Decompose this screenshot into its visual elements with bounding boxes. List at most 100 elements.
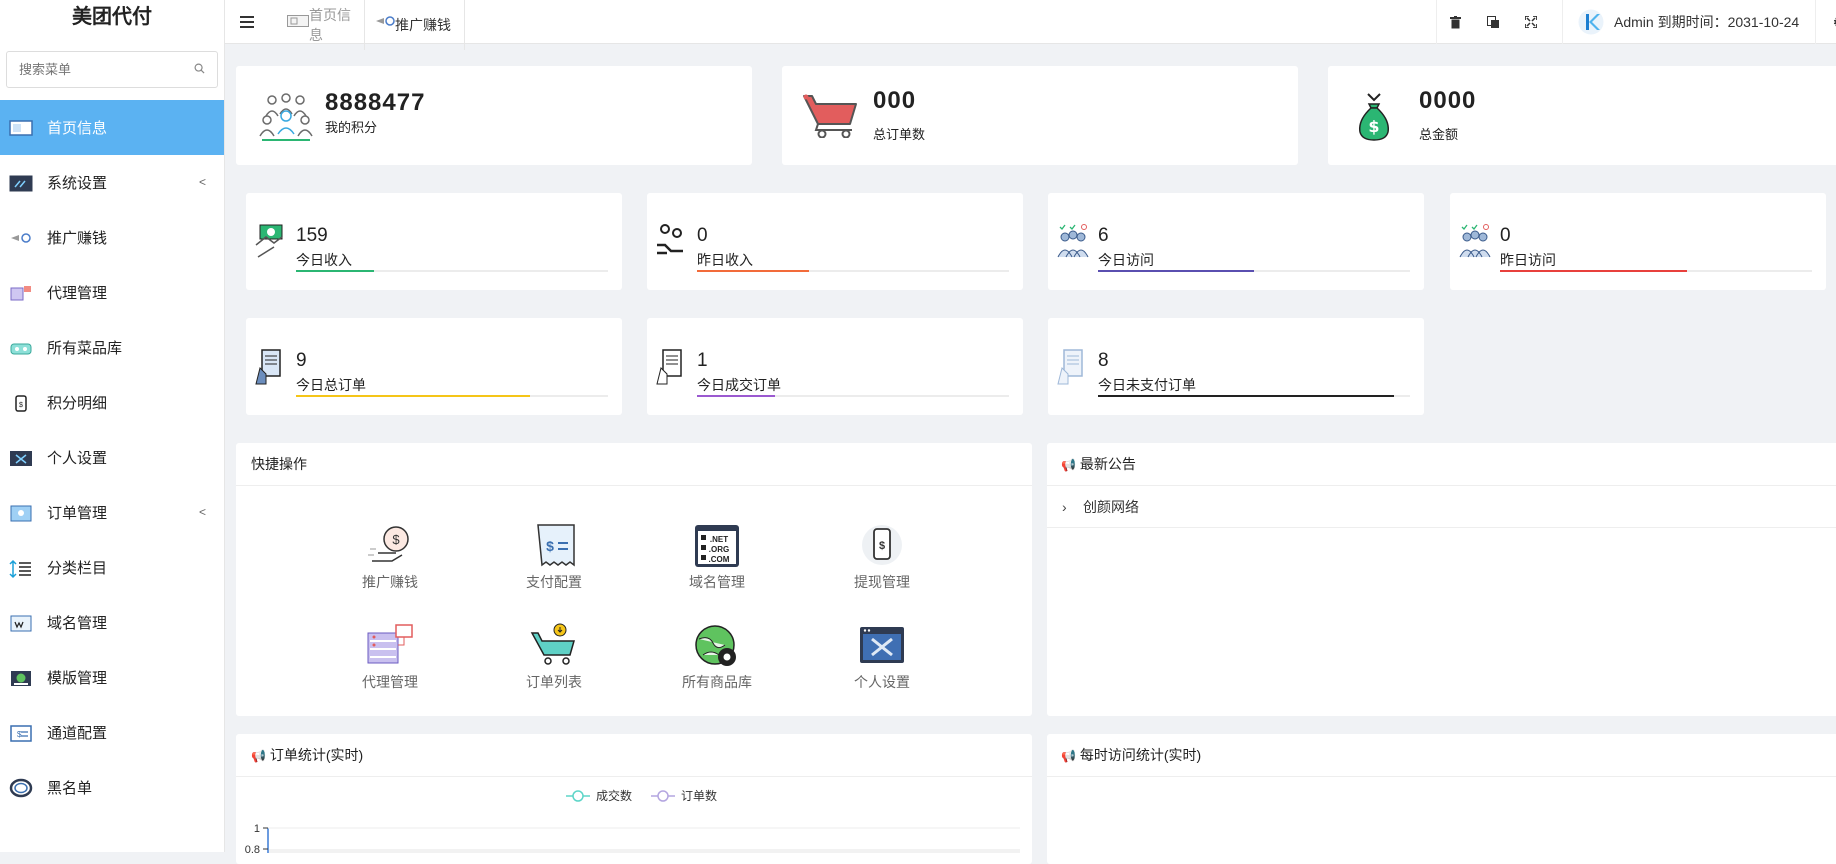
stat-label: 昨日访问 (1500, 252, 1556, 268)
tab-promotion[interactable]: 推广赚钱 (365, 0, 465, 50)
sidebar-item-12[interactable]: 黑名单 (0, 760, 224, 815)
stat-progress-fill (1500, 270, 1688, 272)
points-card: 8888477 我的积分 (236, 66, 752, 165)
svg-text:$: $ (546, 538, 554, 554)
stat-progress-fill (296, 395, 530, 397)
total-orders-card: 000 总订单数 (782, 66, 1298, 165)
legend-marker (657, 790, 669, 802)
total-amount-value: 0000 (1419, 87, 1477, 114)
quick-action-item[interactable]: 个人设置 (822, 623, 942, 692)
sidebar-item-label: 推广赚钱 (47, 230, 108, 247)
quick-action-label: 支付配置 (526, 574, 582, 590)
promotion-icon (9, 227, 33, 249)
order-chart-title: 订单统计(实时) (269, 747, 364, 763)
settings-button[interactable]: ⚙ (1815, 0, 1836, 44)
stat-value: 1 (697, 350, 708, 371)
sidebar-item-5[interactable]: $ 积分明细 (0, 375, 224, 430)
stat-label: 今日成交订单 (697, 377, 781, 393)
legend-label: 订单数 (681, 788, 717, 803)
sidebar-item-11[interactable]: $ 通道配置 (0, 705, 224, 760)
stat-card: 159 今日收入 (246, 193, 622, 290)
stat-value: 0 (1500, 225, 1511, 246)
quick-action-item[interactable]: 代理管理 (330, 623, 450, 692)
sidebar-item-2[interactable]: 推广赚钱 (0, 210, 224, 265)
chevron-right-icon: › (1062, 499, 1067, 515)
menu-search-input[interactable] (7, 52, 217, 87)
hamburger-icon (240, 16, 254, 28)
quick-action-label: 推广赚钱 (362, 574, 418, 590)
stat-label: 今日总订单 (296, 377, 366, 393)
money-bag-icon: $ (1358, 93, 1390, 141)
sidebar-item-label: 订单管理 (47, 505, 108, 522)
user-menu[interactable]: Admin 到期时间：2031-10-24 (1562, 0, 1802, 44)
sidebar-item-4[interactable]: 所有菜品库 (0, 320, 224, 375)
stat-label: 今日访问 (1098, 252, 1154, 268)
quick-action-item[interactable]: $ 支付配置 (494, 523, 614, 592)
sidebar-item-1[interactable]: 系统设置 < (0, 155, 224, 210)
stat-icon (1459, 224, 1491, 258)
tab-home-icon (287, 15, 309, 27)
quick-action-label: 所有商品库 (682, 674, 752, 690)
clear-cache-button[interactable] (1436, 0, 1474, 44)
svg-text:$: $ (19, 402, 23, 409)
svg-text:$: $ (17, 730, 22, 739)
domain-icon (9, 612, 33, 634)
megaphone-icon: 📢 (1061, 749, 1076, 763)
fullscreen-button[interactable] (1512, 0, 1550, 44)
blacklist-icon (9, 777, 33, 799)
svg-text:$: $ (1368, 117, 1379, 136)
stat-progress-track (697, 270, 1009, 272)
svg-text:.COM: .COM (709, 555, 730, 564)
search-icon[interactable] (194, 63, 205, 74)
stat-value: 0 (697, 225, 708, 246)
sidebar-item-8[interactable]: 分类栏目 (0, 540, 224, 595)
sidebar-item-6[interactable]: 个人设置 (0, 430, 224, 485)
chevron-left-icon[interactable]: < (199, 175, 206, 189)
settings-window-icon (9, 172, 33, 194)
menu-toggle-button[interactable] (225, 0, 269, 44)
quick-action-item[interactable]: $ 推广赚钱 (330, 523, 450, 592)
sidebar-item-3[interactable]: 代理管理 (0, 265, 224, 320)
total-amount-card: $ 0000 总金额 (1328, 66, 1836, 165)
megaphone-icon: 📢 (251, 749, 266, 763)
order-chart-panel: 📢 订单统计(实时) 成交数 订单数 1 0.8 (236, 734, 1032, 864)
quick-action-item[interactable]: 订单列表 (494, 623, 614, 692)
svg-text:.ORG: .ORG (709, 545, 729, 554)
quick-action-item[interactable]: .NET .ORG .COM 域名管理 (657, 523, 777, 592)
points-value: 8888477 (325, 89, 426, 116)
quick-action-item[interactable]: 所有商品库 (657, 623, 777, 692)
stat-icon (255, 349, 281, 385)
dashboard-icon (9, 117, 33, 139)
stat-value: 9 (296, 350, 307, 371)
gear-icon: ⚙ (1832, 14, 1836, 31)
notice-panel: 📢 最新公告 › 创颜网络 (1047, 443, 1836, 716)
stat-progress-fill (1098, 270, 1254, 272)
sidebar-item-0[interactable]: 首页信息 (0, 100, 224, 155)
category-list-icon (9, 557, 33, 579)
stat-card: 9 今日总订单 (246, 318, 622, 415)
sidebar-item-7[interactable]: 订单管理 < (0, 485, 224, 540)
chevron-left-icon[interactable]: < (199, 505, 206, 519)
stat-progress-track (296, 270, 608, 272)
stat-card: 0 昨日访问 (1450, 193, 1826, 290)
sidebar-item-label: 代理管理 (47, 285, 108, 302)
stat-label: 今日未支付订单 (1098, 377, 1196, 393)
tab-home-label: 首页信息 (309, 7, 351, 43)
stat-progress-fill (296, 270, 374, 272)
personal-settings-icon (9, 447, 33, 469)
globe-gear-icon (695, 625, 736, 666)
agent-icon (9, 282, 33, 304)
sidebar-item-10[interactable]: 模版管理 (0, 650, 224, 705)
stat-label: 今日收入 (296, 252, 352, 268)
sidebar-item-label: 模版管理 (47, 670, 108, 687)
tab-home[interactable]: 首页信息 (269, 0, 365, 50)
menu-search-box[interactable] (6, 51, 218, 88)
shopping-cart-icon (803, 94, 857, 138)
svg-text:$: $ (392, 532, 400, 547)
notice-item[interactable]: › 创颜网络 (1047, 486, 1836, 528)
lock-screen-button[interactable] (1474, 0, 1512, 44)
quick-action-item[interactable]: $ 提现管理 (822, 523, 942, 592)
stat-icon (255, 224, 283, 258)
stat-value: 8 (1098, 350, 1109, 371)
sidebar-item-9[interactable]: 域名管理 (0, 595, 224, 650)
